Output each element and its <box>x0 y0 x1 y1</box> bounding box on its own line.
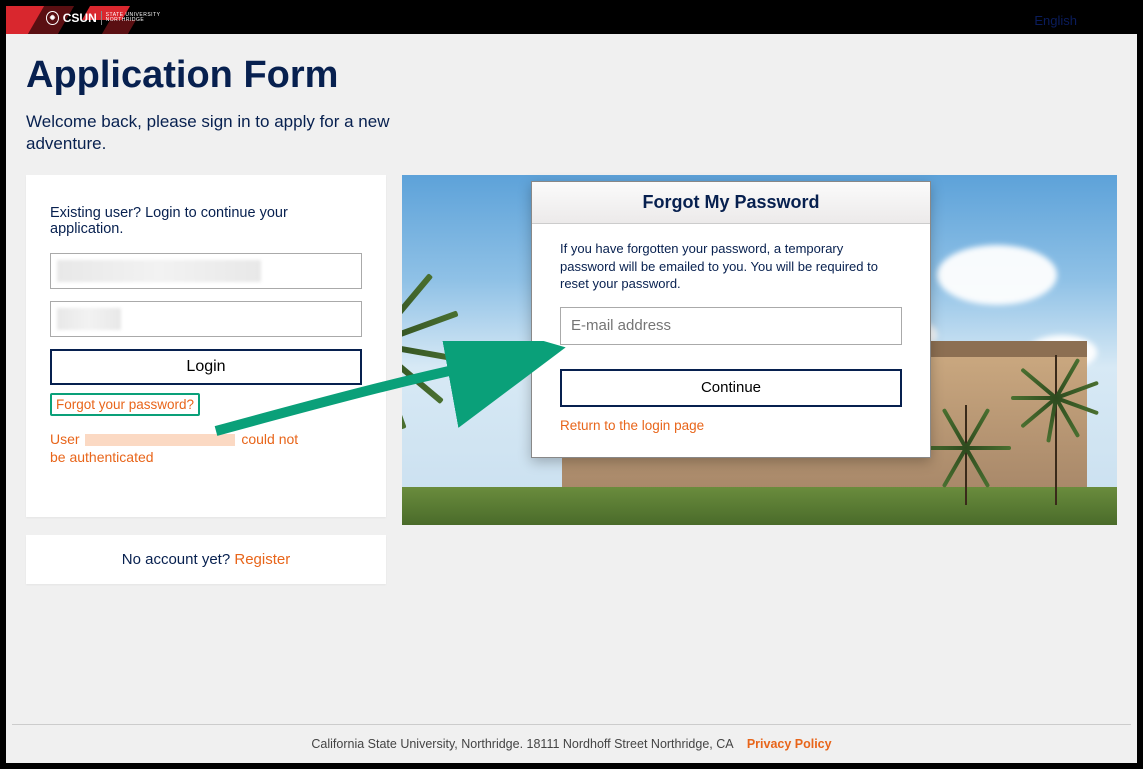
register-card: No account yet? Register <box>26 535 386 584</box>
top-bar: ✹ CSUN STATE UNIVERSITY NORTHRIDGE Engli… <box>6 6 1137 34</box>
footer-text: California State University, Northridge.… <box>311 737 733 751</box>
username-field[interactable] <box>50 253 362 289</box>
welcome-text: Welcome back, please sign in to apply fo… <box>26 111 456 155</box>
footer: California State University, Northridge.… <box>12 724 1131 751</box>
register-prompt: No account yet? <box>122 551 230 568</box>
brand-tagline: STATE UNIVERSITY NORTHRIDGE <box>106 13 191 23</box>
seal-icon: ✹ <box>46 11 59 25</box>
continue-button[interactable]: Continue <box>560 369 902 407</box>
language-link[interactable]: English <box>1034 13 1077 28</box>
login-button[interactable]: Login <box>50 349 362 385</box>
modal-body-text: If you have forgotten your password, a t… <box>560 240 902 293</box>
modal-title: Forgot My Password <box>538 192 924 213</box>
return-login-link[interactable]: Return to the login page <box>560 418 704 433</box>
email-field[interactable] <box>560 307 902 345</box>
forgot-password-link[interactable]: Forgot your password? <box>50 393 200 416</box>
password-field[interactable] <box>50 301 362 337</box>
csun-logo: ✹ CSUN STATE UNIVERSITY NORTHRIDGE <box>6 6 191 34</box>
forgot-password-modal: Forgot My Password If you have forgotten… <box>531 181 931 458</box>
privacy-policy-link[interactable]: Privacy Policy <box>747 737 832 751</box>
register-link[interactable]: Register <box>234 551 290 568</box>
auth-error-message: User could not be authenticated <box>50 430 310 466</box>
login-card: Existing user? Login to continue your ap… <box>26 175 386 516</box>
brand-text: CSUN <box>63 11 97 25</box>
login-prompt: Existing user? Login to continue your ap… <box>50 205 362 237</box>
modal-header: Forgot My Password <box>532 182 930 224</box>
page-title: Application Form <box>26 54 1117 97</box>
